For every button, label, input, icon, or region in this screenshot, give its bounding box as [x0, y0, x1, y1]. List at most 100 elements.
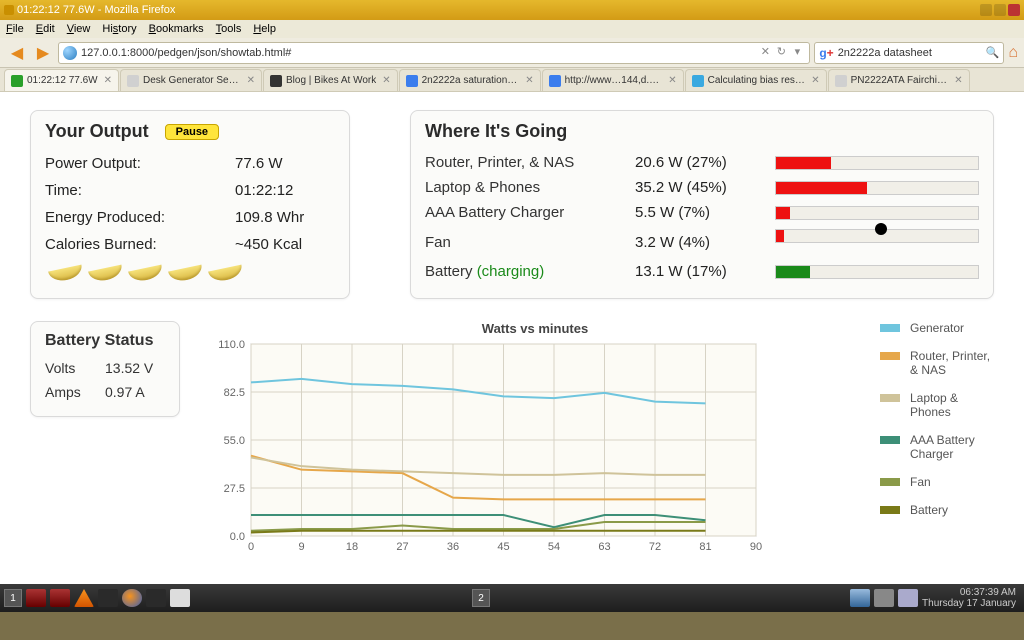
taskbar: 1 2 06:37:39 AM Thursday 17 January — [0, 584, 1024, 612]
output-key: Time: — [45, 182, 235, 199]
tab-close-icon[interactable]: ✕ — [247, 75, 255, 86]
consumer-value: 5.5 W (7%) — [635, 204, 775, 221]
menu-tools[interactable]: Tools — [216, 23, 242, 35]
output-value: ~450 Kcal — [235, 236, 302, 253]
minimize-button[interactable] — [980, 4, 992, 16]
url-bar[interactable]: 127.0.0.1:8000/pedgen/json/showtab.html#… — [58, 42, 810, 64]
consumer-value: 13.1 W (17%) — [635, 263, 775, 280]
search-bar[interactable]: g+ 2n2222a datasheet 🔍 — [814, 42, 1004, 64]
banana-icon — [45, 264, 85, 286]
clock-time: 06:37:39 AM — [922, 587, 1016, 598]
menu-bar: File Edit View History Bookmarks Tools H… — [0, 20, 1024, 38]
legend-item[interactable]: AAA Battery Charger — [880, 433, 994, 461]
menu-view[interactable]: View — [67, 23, 91, 35]
legend-swatch — [880, 506, 900, 514]
tab-label: PN2222ATA Fairchild … — [851, 75, 949, 86]
svg-text:72: 72 — [649, 541, 661, 553]
consumer-bar — [775, 206, 979, 220]
output-row: Time:01:22:12 — [45, 177, 335, 204]
banana-icon — [165, 264, 205, 286]
search-go-icon[interactable]: 🔍 — [986, 46, 1000, 59]
tray-misc-icon[interactable] — [898, 589, 918, 607]
consumer-value: 20.6 W (27%) — [635, 154, 775, 171]
legend-item[interactable]: Generator — [880, 321, 994, 335]
forward-button[interactable]: ▶ — [32, 42, 54, 64]
svg-text:36: 36 — [447, 541, 459, 553]
output-key: Calories Burned: — [45, 236, 235, 253]
menu-file[interactable]: File — [6, 23, 24, 35]
tab-close-icon[interactable]: ✕ — [668, 75, 676, 86]
home-button[interactable]: ⌂ — [1008, 44, 1018, 62]
workspace-2[interactable]: 2 — [472, 589, 490, 607]
tab-label: 01:22:12 77.6W — [27, 75, 98, 86]
legend-item[interactable]: Fan — [880, 475, 994, 489]
legend-item[interactable]: Laptop & Phones — [880, 391, 994, 419]
back-button[interactable]: ◀ — [6, 42, 28, 64]
dropdown-icon[interactable]: ▾ — [789, 45, 805, 61]
browser-tab[interactable]: 01:22:12 77.6W ✕ — [4, 69, 119, 91]
consumer-bar — [775, 265, 979, 279]
svg-text:81: 81 — [699, 541, 711, 553]
tab-label: Desk Generator Setup — [143, 75, 241, 86]
menu-help[interactable]: Help — [253, 23, 276, 35]
window-menu-icon[interactable] — [4, 5, 14, 15]
pause-button[interactable]: Pause — [165, 124, 219, 140]
window-titlebar: 01:22:12 77.6W - Mozilla Firefox — [0, 0, 1024, 20]
browser-tab[interactable]: 2n2222a saturation c…✕ — [399, 69, 541, 91]
tab-favicon — [549, 75, 561, 87]
menu-edit[interactable]: Edit — [36, 23, 55, 35]
menu-history[interactable]: History — [102, 23, 136, 35]
tab-favicon — [270, 75, 282, 87]
taskbar-app-1[interactable] — [26, 589, 46, 607]
output-row: Power Output:77.6 W — [45, 150, 335, 177]
tab-close-icon[interactable]: ✕ — [525, 75, 533, 86]
tab-label: Blog | Bikes At Work — [286, 75, 376, 86]
menu-bookmarks[interactable]: Bookmarks — [149, 23, 204, 35]
status-key: Volts — [45, 360, 105, 376]
legend-label: AAA Battery Charger — [910, 433, 994, 461]
reload-icon[interactable]: ↻ — [773, 45, 789, 61]
browser-tab[interactable]: PN2222ATA Fairchild … ✕ — [828, 69, 970, 91]
taskbar-app-vlc[interactable] — [74, 589, 94, 607]
taskbar-app-2[interactable] — [50, 589, 70, 607]
legend-label: Battery — [910, 503, 948, 517]
browser-tab[interactable]: Calculating bias resi…✕ — [685, 69, 827, 91]
workspace-1[interactable]: 1 — [4, 589, 22, 607]
svg-text:54: 54 — [548, 541, 560, 553]
site-identity-icon[interactable] — [63, 46, 77, 60]
fan-slider-handle[interactable] — [875, 223, 887, 235]
where-its-going-panel: Where It's Going Router, Printer, & NAS … — [410, 110, 994, 299]
consumer-row: Laptop & Phones 35.2 W (45%) — [425, 175, 979, 200]
tray-volume-icon[interactable] — [874, 589, 894, 607]
taskbar-app-3[interactable] — [98, 589, 118, 607]
close-button[interactable] — [1008, 4, 1020, 16]
legend-swatch — [880, 324, 900, 332]
svg-text:63: 63 — [598, 541, 610, 553]
tab-favicon — [692, 75, 704, 87]
tray-network-icon[interactable] — [850, 589, 870, 607]
taskbar-app-5[interactable] — [170, 589, 190, 607]
stop-reload-icon[interactable]: ✕ — [757, 45, 773, 61]
search-engine-icon[interactable]: g+ — [819, 46, 833, 60]
url-text: 127.0.0.1:8000/pedgen/json/showtab.html# — [81, 47, 757, 59]
taskbar-app-4[interactable] — [146, 589, 166, 607]
browser-tab[interactable]: http://www…144,d.aWM✕ — [542, 69, 684, 91]
browser-tab[interactable]: Blog | Bikes At Work ✕ — [263, 69, 398, 91]
tab-favicon — [835, 75, 847, 87]
legend-label: Fan — [910, 475, 931, 489]
maximize-button[interactable] — [994, 4, 1006, 16]
taskbar-clock[interactable]: 06:37:39 AM Thursday 17 January — [922, 587, 1020, 609]
taskbar-firefox[interactable] — [122, 589, 142, 607]
consumer-value: 35.2 W (45%) — [635, 179, 775, 196]
tab-favicon — [11, 75, 23, 87]
tab-close-icon[interactable]: ✕ — [954, 75, 962, 86]
tab-close-icon[interactable]: ✕ — [811, 75, 819, 86]
consumer-name: AAA Battery Charger — [425, 204, 635, 221]
legend-item[interactable]: Battery — [880, 503, 994, 517]
consumer-row: AAA Battery Charger 5.5 W (7%) — [425, 200, 979, 225]
tab-close-icon[interactable]: ✕ — [382, 75, 390, 86]
tab-close-icon[interactable]: ✕ — [104, 75, 112, 86]
legend-item[interactable]: Router, Printer, & NAS — [880, 349, 994, 377]
browser-tab[interactable]: Desk Generator Setup ✕ — [120, 69, 262, 91]
banana-icon — [125, 264, 165, 286]
